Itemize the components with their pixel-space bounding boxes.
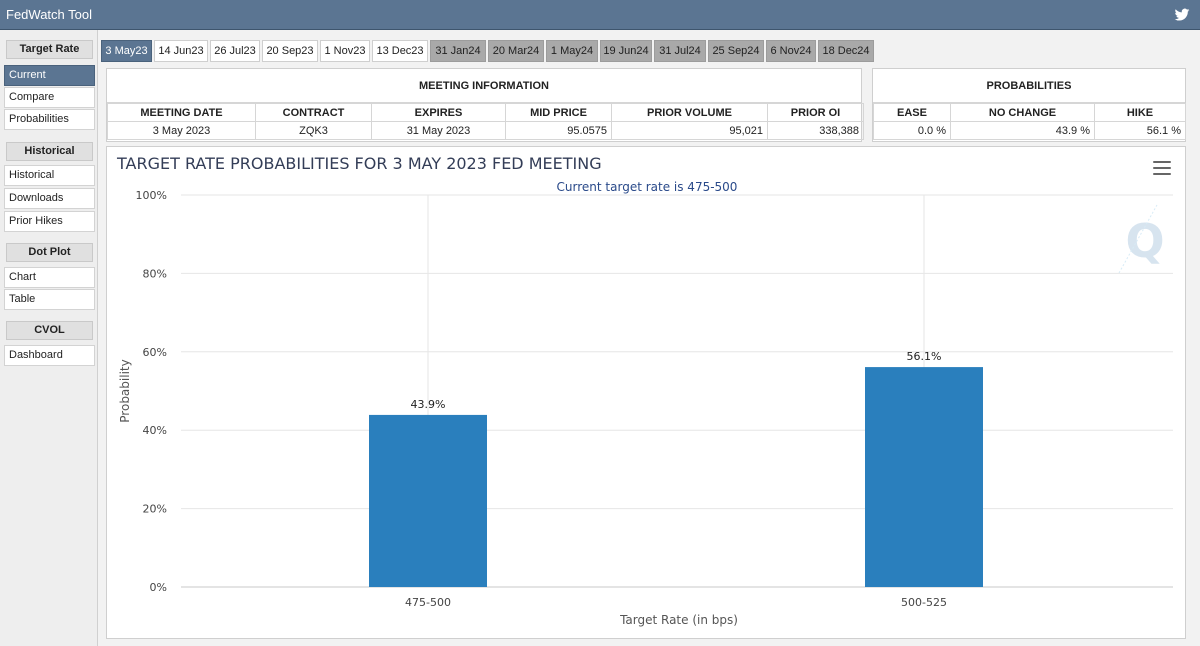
- sidebar-item-downloads[interactable]: Downloads: [4, 188, 95, 209]
- meeting-information-panel: MEETING INFORMATION MEETING DATE CONTRAC…: [106, 68, 864, 142]
- y-tick-label: 40%: [143, 424, 167, 437]
- chart-gridlines: [181, 194, 1173, 588]
- cell-prior-volume: 95,021: [611, 121, 768, 140]
- tab-meeting-14-jun23[interactable]: 14 Jun23: [154, 40, 208, 62]
- top-bar: FedWatch Tool: [0, 0, 1200, 30]
- cell-meeting-date: 3 May 2023: [107, 121, 256, 140]
- sidebar: Target Rate Current Compare Probabilitie…: [0, 30, 98, 646]
- sidebar-item-prior-hikes[interactable]: Prior Hikes: [4, 211, 95, 232]
- bar-500-525[interactable]: [865, 367, 983, 587]
- column-header-prior-volume: PRIOR VOLUME: [611, 103, 768, 122]
- bar-data-label: 56.1%: [907, 350, 942, 363]
- cme-q-watermark-icon: Q: [1118, 204, 1165, 274]
- column-header-mid-price: MID PRICE: [505, 103, 612, 122]
- tab-meeting-31-jan24[interactable]: 31 Jan24: [430, 40, 486, 62]
- sidebar-item-table[interactable]: Table: [4, 289, 95, 310]
- tab-meeting-6-nov24[interactable]: 6 Nov24: [766, 40, 816, 62]
- probabilities-table: EASE NO CHANGE HIKE 0.0 % 43.9 % 56.1 %: [873, 103, 1186, 140]
- tab-meeting-20-mar24[interactable]: 20 Mar24: [488, 40, 544, 62]
- y-tick-label: 60%: [143, 346, 167, 359]
- table-row: 0.0 % 43.9 % 56.1 %: [873, 121, 1186, 140]
- column-header-meeting-date: MEETING DATE: [107, 103, 256, 122]
- menu-icon-bar: [1153, 161, 1171, 163]
- tab-meeting-20-sep23[interactable]: 20 Sep23: [262, 40, 318, 62]
- menu-icon-bar: [1153, 173, 1171, 175]
- tab-meeting-25-sep24[interactable]: 25 Sep24: [708, 40, 764, 62]
- cell-contract: ZQK3: [255, 121, 372, 140]
- sidebar-item-current[interactable]: Current: [4, 65, 95, 86]
- tab-meeting-19-jun24[interactable]: 19 Jun24: [600, 40, 652, 62]
- column-header-contract: CONTRACT: [255, 103, 372, 122]
- hamburger-menu-icon[interactable]: [1153, 161, 1171, 175]
- main-panel: 3 May23 14 Jun23 26 Jul23 20 Sep23 1 Nov…: [98, 30, 1200, 646]
- tab-meeting-26-jul23[interactable]: 26 Jul23: [210, 40, 260, 62]
- x-tick-label: 500-525: [901, 596, 947, 609]
- cell-mid-price: 95.0575: [505, 121, 612, 140]
- chart-bars: 43.9% 56.1%: [369, 350, 983, 587]
- column-header-no-change: NO CHANGE: [950, 103, 1095, 122]
- x-tick-label: 475-500: [405, 596, 451, 609]
- sidebar-header-historical: Historical: [6, 142, 93, 161]
- sidebar-header-target-rate: Target Rate: [6, 40, 93, 59]
- probabilities-panel: PROBABILITIES EASE NO CHANGE HIKE 0.0 % …: [872, 68, 1186, 142]
- sidebar-item-probabilities[interactable]: Probabilities: [4, 109, 95, 130]
- cell-expires: 31 May 2023: [371, 121, 506, 140]
- cell-no-change: 43.9 %: [950, 121, 1095, 140]
- x-axis-label: Target Rate (in bps): [619, 613, 738, 627]
- tab-meeting-3-may23[interactable]: 3 May23: [101, 40, 152, 62]
- x-axis-ticks: 475-500 500-525: [405, 596, 947, 609]
- sidebar-item-dashboard[interactable]: Dashboard: [4, 345, 95, 366]
- sidebar-item-historical[interactable]: Historical: [4, 165, 95, 186]
- cell-prior-oi: 338,388: [767, 121, 864, 140]
- sidebar-item-chart[interactable]: Chart: [4, 267, 95, 288]
- tab-meeting-1-nov23[interactable]: 1 Nov23: [320, 40, 370, 62]
- tab-meeting-1-may24[interactable]: 1 May24: [546, 40, 598, 62]
- y-tick-label: 20%: [143, 503, 167, 516]
- sidebar-header-dot-plot: Dot Plot: [6, 243, 93, 262]
- target-rate-probability-chart: TARGET RATE PROBABILITIES FOR 3 MAY 2023…: [116, 154, 1173, 627]
- watermark-letter: Q: [1125, 214, 1164, 268]
- chart-container: TARGET RATE PROBABILITIES FOR 3 MAY 2023…: [106, 146, 1186, 639]
- y-tick-label: 100%: [136, 189, 167, 202]
- menu-icon-bar: [1153, 167, 1171, 169]
- tab-meeting-13-dec23[interactable]: 13 Dec23: [372, 40, 428, 62]
- probabilities-caption: PROBABILITIES: [873, 69, 1185, 103]
- sidebar-header-cvol: CVOL: [6, 321, 93, 340]
- chart-title: TARGET RATE PROBABILITIES FOR 3 MAY 2023…: [116, 154, 602, 173]
- chart-subtitle: Current target rate is 475-500: [557, 180, 738, 194]
- table-row: 3 May 2023 ZQK3 31 May 2023 95.0575 95,0…: [107, 121, 864, 140]
- cell-hike: 56.1 %: [1094, 121, 1186, 140]
- bar-data-label: 43.9%: [411, 398, 446, 411]
- cell-ease: 0.0 %: [873, 121, 951, 140]
- column-header-hike: HIKE: [1094, 103, 1186, 122]
- tab-meeting-18-dec24[interactable]: 18 Dec24: [818, 40, 874, 62]
- y-axis-label: Probability: [118, 359, 132, 422]
- meeting-information-caption: MEETING INFORMATION: [107, 69, 861, 103]
- column-header-expires: EXPIRES: [371, 103, 506, 122]
- column-header-ease: EASE: [873, 103, 951, 122]
- bar-475-500[interactable]: [369, 414, 487, 587]
- y-axis-ticks: 0% 20% 40% 60% 80% 100%: [136, 189, 167, 594]
- sidebar-item-compare[interactable]: Compare: [4, 87, 95, 108]
- column-header-prior-oi: PRIOR OI: [767, 103, 864, 122]
- twitter-icon[interactable]: [1174, 7, 1190, 23]
- y-tick-label: 80%: [143, 267, 167, 280]
- app-title: FedWatch Tool: [6, 7, 92, 22]
- tab-meeting-31-jul24[interactable]: 31 Jul24: [654, 40, 706, 62]
- meeting-information-table: MEETING DATE CONTRACT EXPIRES MID PRICE …: [107, 103, 864, 140]
- y-tick-label: 0%: [150, 581, 167, 594]
